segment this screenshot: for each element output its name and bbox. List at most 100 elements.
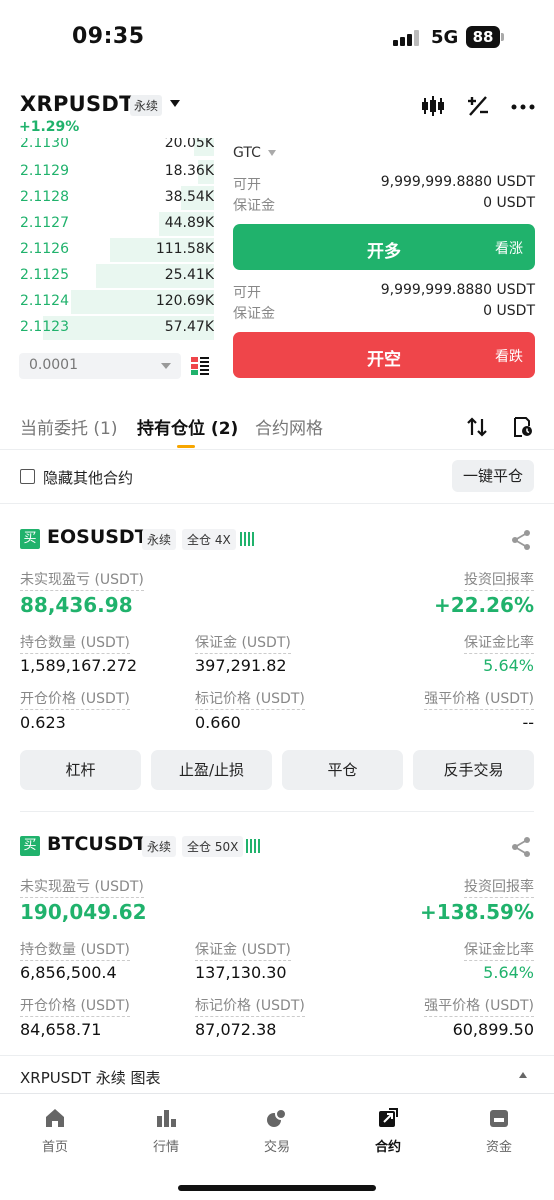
- bid-price: 2.1127: [20, 215, 69, 231]
- bid-price: 2.1128: [20, 189, 69, 205]
- contract-type-tag: 永续: [142, 529, 177, 550]
- bid-qty: 44.89K: [164, 215, 214, 231]
- unrealized-pnl-label: 未实现盈亏 (USDT): [20, 876, 144, 898]
- leverage-button[interactable]: 杠杆: [20, 750, 141, 790]
- symbol-dropdown-icon[interactable]: [170, 100, 180, 107]
- long-available-value: 9,999,999.8880 USDT: [380, 174, 535, 190]
- nav-contract-label: 合约: [374, 1140, 401, 1155]
- contract-type-tag: 永续: [130, 95, 163, 116]
- open-short-label: 开空: [367, 350, 401, 370]
- short-available-value: 9,999,999.8880 USDT: [380, 282, 535, 298]
- bid-qty: 20.05K: [164, 138, 214, 151]
- nav-market-label: 行情: [152, 1140, 179, 1155]
- chart-drawer-toggle[interactable]: XRPUSDT 永续 图表: [0, 1055, 554, 1093]
- battery-icon: 88: [466, 26, 500, 48]
- unrealized-pnl-value: 88,436.98: [20, 593, 133, 617]
- market-icon: [157, 1110, 176, 1127]
- time-in-force-select[interactable]: GTC: [233, 145, 261, 161]
- chevron-up-icon: [519, 1072, 527, 1078]
- nav-market[interactable]: 行情: [126, 1106, 206, 1155]
- share-icon[interactable]: [510, 529, 532, 551]
- liq-price-value: --: [522, 713, 534, 732]
- bid-qty: 120.69K: [155, 293, 214, 309]
- tab-positions[interactable]: 持有仓位 (2): [137, 414, 238, 439]
- symbol-title[interactable]: XRPUSDT: [20, 92, 134, 116]
- position-symbol[interactable]: BTCUSDT: [47, 833, 146, 855]
- orderbook-row[interactable]: 2.1128 38.54K: [18, 186, 214, 210]
- positions-filter-row: 隐藏其他合约 一键平仓: [0, 452, 554, 504]
- mark-price-label: 标记价格 (USDT): [195, 995, 305, 1017]
- bid-qty: 111.58K: [155, 241, 214, 257]
- nav-trade[interactable]: 交易: [237, 1106, 317, 1155]
- open-long-label: 开多: [367, 242, 401, 262]
- status-bar: 09:35 5G 88: [0, 0, 554, 80]
- long-margin-label: 保证金: [233, 198, 275, 214]
- bid-price: 2.1129: [20, 163, 69, 179]
- home-icon: [46, 1109, 64, 1127]
- short-available-label: 可开: [233, 285, 261, 301]
- market-header: XRPUSDT 永续 +1.29%: [0, 82, 554, 135]
- short-margin-label: 保证金: [233, 306, 275, 322]
- roi-value: +138.59%: [420, 900, 534, 924]
- history-icon[interactable]: [512, 416, 534, 438]
- sort-icon[interactable]: [466, 416, 488, 438]
- long-available-label: 可开: [233, 177, 261, 193]
- status-time: 09:35: [72, 24, 145, 49]
- more-icon[interactable]: [510, 94, 536, 118]
- nav-trade-label: 交易: [263, 1140, 290, 1155]
- bid-qty: 57.47K: [164, 319, 214, 335]
- positions-tabs: 当前委托 (1) 持有仓位 (2) 合约网格: [0, 404, 554, 450]
- entry-price-value: 0.623: [20, 713, 66, 732]
- network-type: 5G: [431, 27, 459, 48]
- bid-qty: 25.41K: [164, 267, 214, 283]
- size-label: 持仓数量 (USDT): [20, 632, 130, 654]
- nav-home[interactable]: 首页: [15, 1106, 95, 1155]
- orderbook-row[interactable]: 2.1125 25.41K: [18, 264, 214, 288]
- orderbook-row[interactable]: 2.1124 120.69K: [18, 290, 214, 314]
- battery-tip: [501, 33, 504, 41]
- calculator-icon[interactable]: [465, 94, 491, 118]
- close-position-button[interactable]: 平仓: [282, 750, 403, 790]
- chart-drawer-label: XRPUSDT 永续 图表: [20, 1069, 161, 1087]
- position-symbol[interactable]: EOSUSDT: [47, 526, 148, 548]
- share-icon[interactable]: [510, 836, 532, 858]
- bid-qty: 38.54K: [164, 189, 214, 205]
- precision-value: 0.0001: [29, 357, 78, 373]
- margin-value: 397,291.82: [195, 656, 287, 675]
- card-divider: [20, 811, 534, 812]
- open-short-button[interactable]: 开空 看跌: [233, 332, 535, 378]
- orderbook-row[interactable]: 2.1129 18.36K: [18, 160, 214, 184]
- bid-price: 2.1124: [20, 293, 69, 309]
- close-all-button[interactable]: 一键平仓: [452, 460, 534, 492]
- liq-price-value: 60,899.50: [452, 1020, 534, 1039]
- margin-ratio-value: 5.64%: [483, 656, 534, 675]
- tab-open-orders[interactable]: 当前委托 (1): [20, 414, 117, 439]
- short-margin-value: 0 USDT: [483, 303, 535, 319]
- nav-contract[interactable]: 合约: [348, 1106, 428, 1155]
- open-long-sub: 看涨: [495, 241, 523, 257]
- adl-indicator-icon: [246, 837, 264, 853]
- orderbook-row[interactable]: 2.1126 111.58K: [18, 238, 214, 262]
- entry-price-value: 84,658.71: [20, 1020, 102, 1039]
- unrealized-pnl-label: 未实现盈亏 (USDT): [20, 569, 144, 591]
- bid-price: 2.1125: [20, 267, 69, 283]
- orderbook-layout-icon[interactable]: [191, 357, 209, 375]
- candlestick-icon[interactable]: [420, 94, 446, 118]
- signal-icon: [393, 30, 421, 46]
- nav-assets[interactable]: 资金: [459, 1106, 539, 1155]
- precision-select[interactable]: 0.0001: [19, 353, 181, 379]
- chevron-down-icon: [268, 150, 276, 156]
- hide-other-checkbox[interactable]: [20, 469, 35, 484]
- nav-home-label: 首页: [41, 1140, 68, 1155]
- margin-mode-tag[interactable]: 全仓 4X: [182, 529, 236, 550]
- tab-grid[interactable]: 合约网格: [255, 414, 323, 439]
- contract-icon: [379, 1108, 398, 1127]
- margin-mode-tag[interactable]: 全仓 50X: [182, 836, 244, 857]
- open-long-button[interactable]: 开多 看涨: [233, 224, 535, 270]
- liq-price-label: 强平价格 (USDT): [424, 995, 534, 1017]
- orderbook-row[interactable]: 2.1123 57.47K: [18, 316, 214, 340]
- tp-sl-button[interactable]: 止盈/止损: [151, 750, 272, 790]
- orderbook-row[interactable]: 2.1127 44.89K: [18, 212, 214, 236]
- reverse-button[interactable]: 反手交易: [413, 750, 534, 790]
- orderbook-row[interactable]: 2.1130 20.05K: [18, 138, 214, 156]
